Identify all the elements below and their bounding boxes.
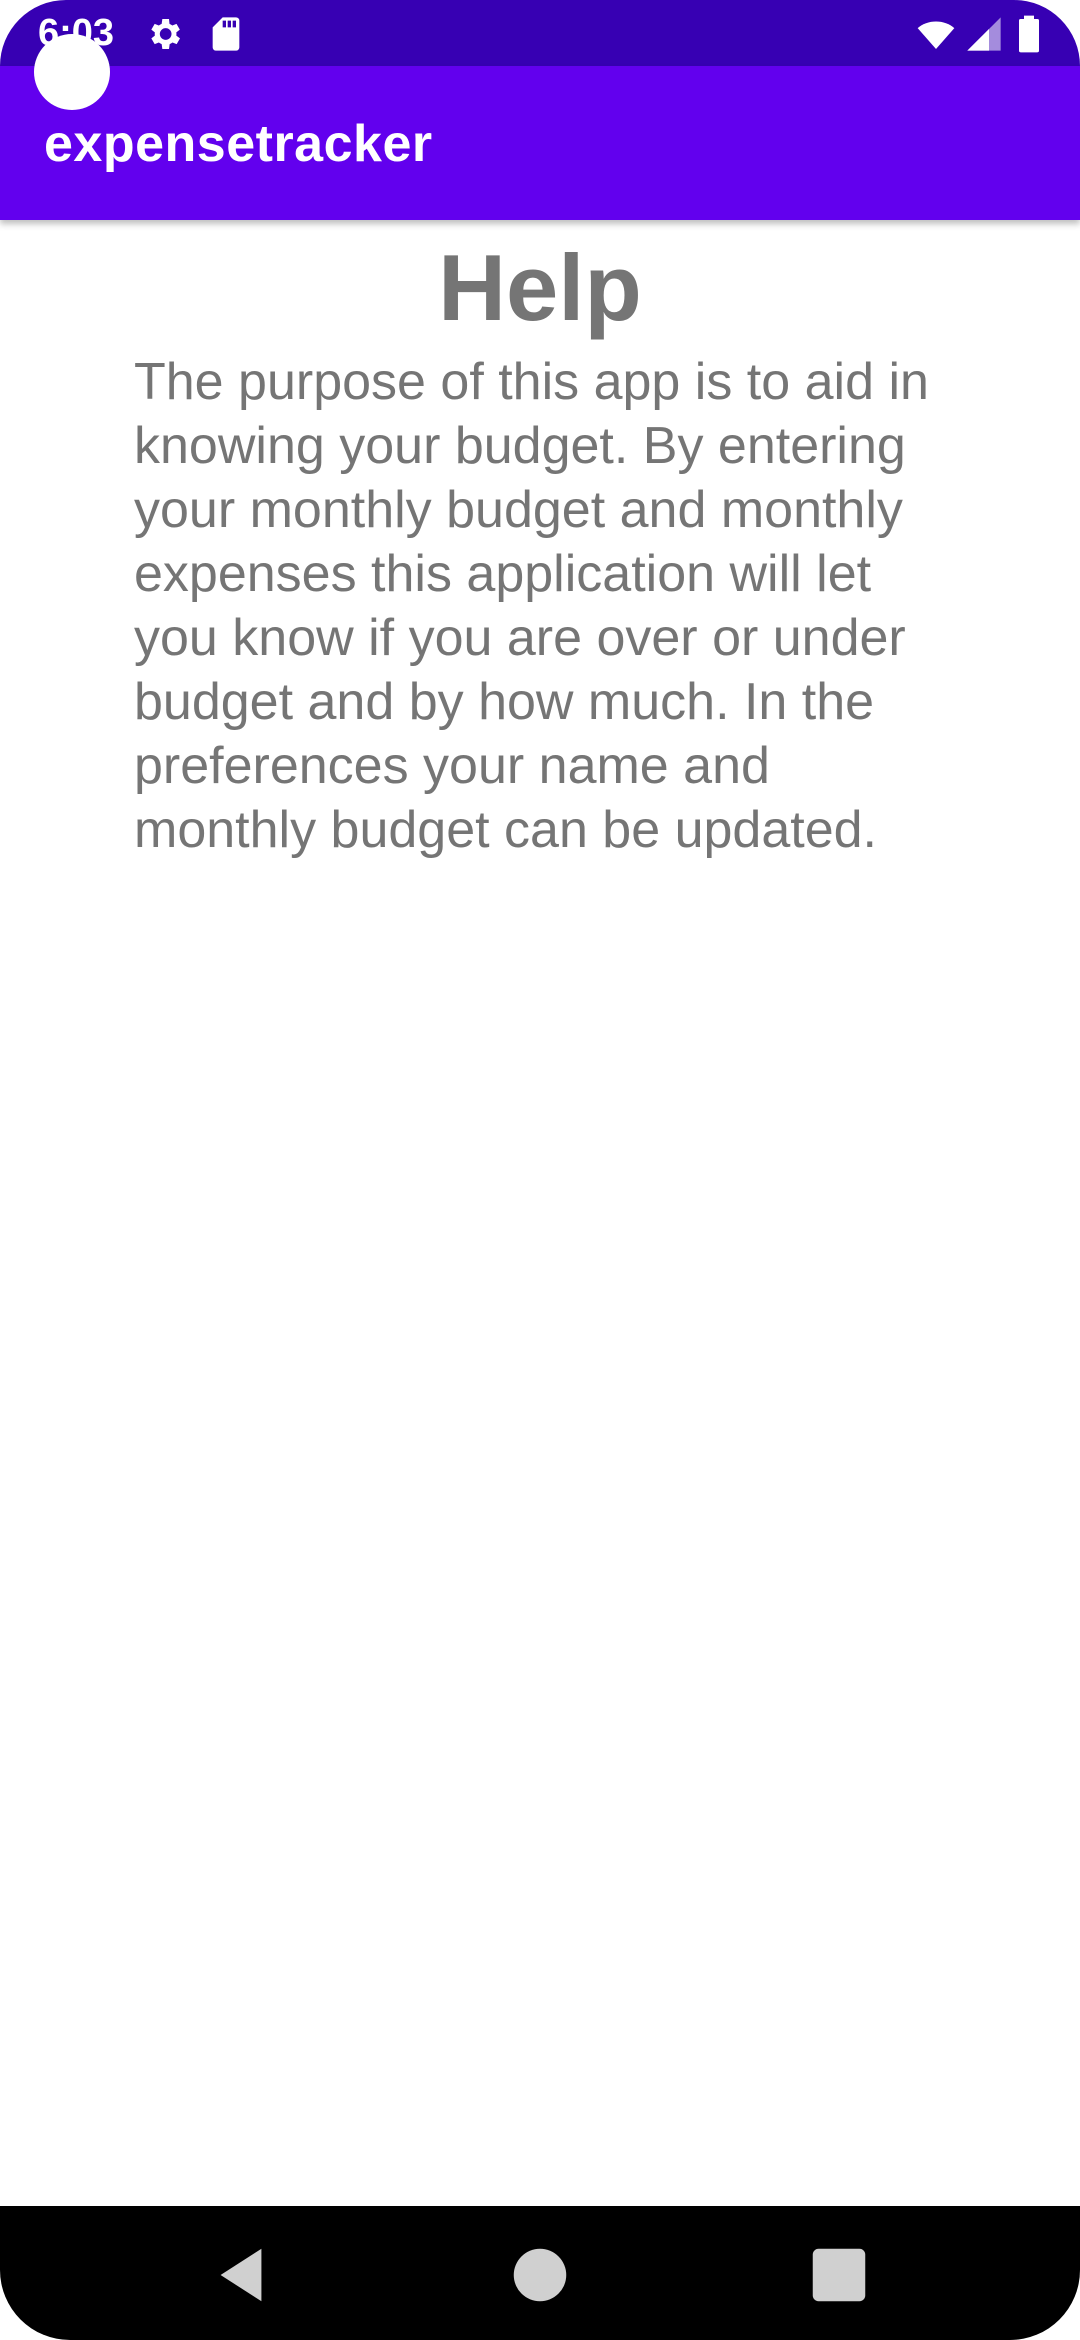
gear-icon (151, 19, 180, 49)
wifi-icon (917, 21, 955, 49)
battery-icon (1019, 15, 1039, 53)
navigation-bar (0, 2206, 1080, 2340)
help-description: The purpose of this app is to aid in kno… (134, 353, 929, 859)
camera-cutout (34, 34, 110, 110)
status-bar: 6:03 (0, 0, 1080, 66)
app-bar: expensetracker (0, 66, 1080, 220)
page-title: Help (438, 235, 642, 340)
screen: 6:03 expensetracker Help The purpose of … (0, 0, 1080, 2340)
back-icon[interactable] (206, 2240, 276, 2310)
signal-icon (967, 17, 1001, 51)
recents-icon[interactable] (804, 2240, 874, 2310)
app-title: expensetracker (44, 115, 433, 173)
sd-card-icon (212, 17, 240, 51)
home-icon[interactable] (505, 2240, 575, 2310)
